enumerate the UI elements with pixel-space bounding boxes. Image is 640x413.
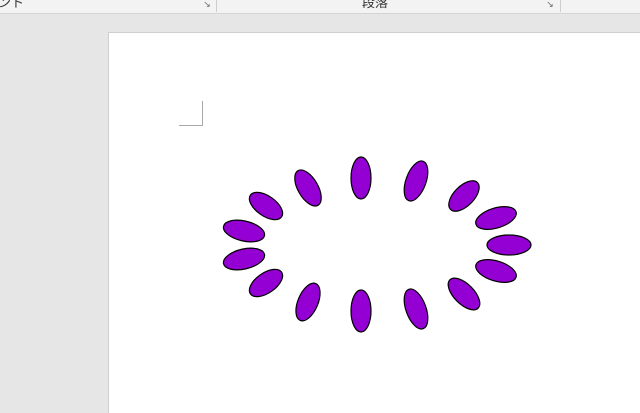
purple-ellipse-shape[interactable] <box>245 264 288 302</box>
purple-ellipse-shape[interactable] <box>399 158 432 204</box>
purple-ellipse-shape[interactable] <box>443 273 485 315</box>
purple-ellipse-shape[interactable] <box>245 187 288 225</box>
purple-ellipse-shape[interactable] <box>221 217 266 246</box>
purple-ellipse-shape[interactable] <box>350 156 372 200</box>
purple-ellipse-shape[interactable] <box>291 280 325 325</box>
purple-ellipse-shape[interactable] <box>473 202 519 233</box>
purple-ellipse-shape[interactable] <box>221 245 266 274</box>
purple-ellipse-shape[interactable] <box>486 234 532 256</box>
purple-ellipse-shape[interactable] <box>289 166 326 211</box>
purple-ellipse-shape[interactable] <box>399 286 432 332</box>
purple-ellipse-shape[interactable] <box>350 289 372 333</box>
purple-ellipse-shape[interactable] <box>473 255 519 286</box>
purple-ellipse-shape[interactable] <box>443 175 484 216</box>
ellipse-shape-group[interactable] <box>0 0 640 400</box>
